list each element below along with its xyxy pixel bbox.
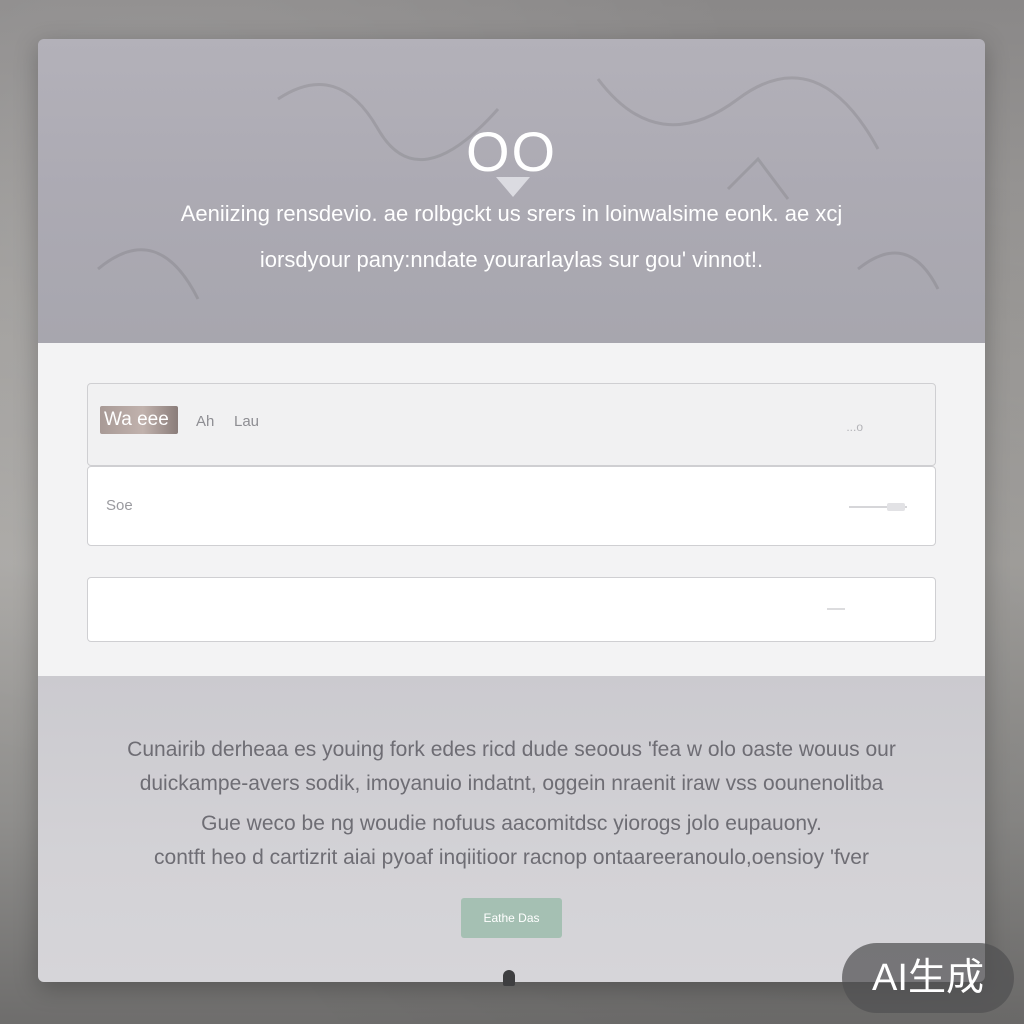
hero-section: OO Aeniizing rensdevio. ae rolbgckt us s… (38, 39, 985, 343)
info-line: duickampe-avers sodik, imoyanuio indatnt… (139, 772, 884, 795)
hero-description: Aeniizing rensdevio. ae rolbgckt us srer… (98, 191, 925, 283)
page-indicator (503, 970, 515, 986)
input-placeholder: Soe (106, 497, 133, 514)
slider-icon (849, 503, 907, 511)
info-section: Cunairib derheaa es youing fork edes ric… (38, 676, 985, 982)
logo-text: OO (465, 120, 558, 183)
field-text: Ah (196, 413, 215, 430)
info-line: contft heo d cartizrit aiai pyoaf inqiit… (154, 846, 869, 869)
field-indicator: ...o (846, 420, 863, 434)
hero-description-line: Aeniizing rensdevio. ae rolbgckt us srer… (180, 201, 843, 226)
upload-field[interactable]: Wa eee Ah Lau ...o (87, 383, 936, 466)
ai-generated-badge: AI生成 (842, 943, 1014, 1013)
submit-button[interactable]: Eathe Das (461, 898, 562, 938)
hero-description-line: iorsdyour pany:nndate yourarlaylas sur g… (259, 247, 764, 272)
signup-card: OO Aeniizing rensdevio. ae rolbgckt us s… (38, 39, 985, 982)
input-mark (827, 608, 845, 610)
info-paragraph: Gue weco be ng woudie nofuus aacomitdsc … (88, 807, 935, 875)
info-line: Cunairib derheaa es youing fork edes ric… (127, 738, 896, 761)
field-text: Lau (234, 413, 260, 430)
image-thumbnail: Wa eee (100, 406, 178, 434)
text-input-field[interactable]: Soe (87, 466, 936, 546)
info-line: Gue weco be ng woudie nofuus aacomitdsc … (201, 812, 822, 835)
info-paragraph: Cunairib derheaa es youing fork edes ric… (88, 733, 935, 801)
form-section: Wa eee Ah Lau ...o Soe (38, 343, 985, 676)
empty-input-field[interactable] (87, 577, 936, 642)
